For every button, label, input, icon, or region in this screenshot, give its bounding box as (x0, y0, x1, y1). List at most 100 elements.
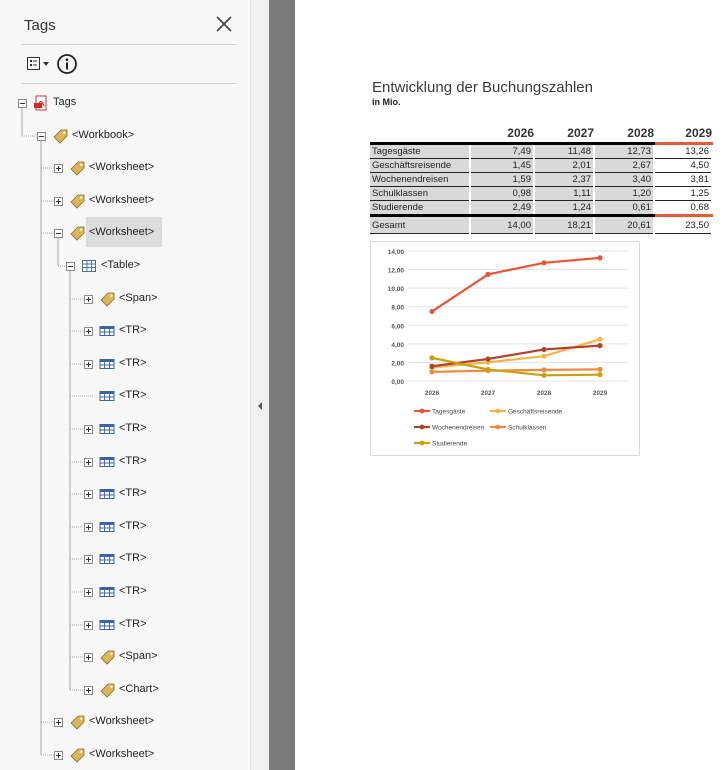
expand-toggle[interactable] (84, 490, 93, 499)
tree-node-label[interactable]: <Chart> (116, 680, 162, 698)
expand-toggle[interactable] (84, 425, 93, 434)
table-cell: 20,61 (594, 214, 655, 234)
tree-node[interactable]: <TR> (0, 581, 250, 603)
data-point (597, 343, 603, 349)
tree-node[interactable]: <TR> (0, 418, 250, 440)
table-cell: 1,11 (534, 186, 595, 201)
tree-node-label[interactable]: <Worksheet> (86, 745, 157, 763)
expand-toggle[interactable] (54, 164, 63, 173)
table-cell: 2,49 (470, 200, 535, 216)
expand-toggle[interactable] (54, 751, 63, 760)
tree-node[interactable]: <TR> (0, 483, 250, 505)
data-point (597, 255, 603, 261)
tree-node-label[interactable]: <Worksheet> (86, 158, 157, 176)
tree-node[interactable]: <Span> (0, 646, 250, 668)
expand-toggle[interactable] (84, 686, 93, 695)
tree-node[interactable]: <Worksheet> (0, 190, 250, 212)
legend-label: Schulklassen (508, 425, 547, 432)
tree-node-label[interactable]: <TR> (116, 321, 150, 339)
expand-toggle[interactable] (84, 360, 93, 369)
panel-splitter[interactable] (250, 0, 269, 770)
tree-node[interactable]: <Chart> (0, 679, 250, 701)
tree-node-label[interactable]: <TR> (116, 615, 150, 633)
tree-node[interactable]: <TR> (0, 353, 250, 375)
expand-toggle[interactable] (84, 621, 93, 630)
table-cell: 1,45 (470, 158, 535, 173)
row-icon (99, 457, 115, 467)
tree-node-label[interactable]: <Worksheet> (86, 712, 157, 730)
y-tick-label: 0,00 (391, 379, 404, 386)
legend-marker (495, 424, 501, 430)
table-header-cell (370, 124, 470, 145)
expand-toggle[interactable] (84, 523, 93, 532)
tree-node[interactable]: <Worksheet> (0, 744, 250, 766)
expand-toggle[interactable] (54, 718, 63, 727)
tree-node-label[interactable]: Tags (50, 93, 79, 111)
tree-node-label[interactable]: <TR> (116, 452, 150, 470)
tree-node-label[interactable]: <TR> (116, 419, 150, 437)
table-cell: 12,73 (594, 143, 655, 159)
collapse-toggle[interactable] (66, 262, 75, 271)
expand-toggle[interactable] (84, 327, 93, 336)
tree-node[interactable]: <Worksheet> (0, 711, 250, 733)
y-tick-label: 12,00 (388, 268, 405, 275)
tree-node[interactable]: <Span> (0, 288, 250, 310)
tree-node[interactable]: <Worksheet> (0, 157, 250, 179)
tree-node[interactable]: <Worksheet> (0, 217, 250, 247)
expand-toggle[interactable] (84, 555, 93, 564)
tree-node-label[interactable]: <TR> (116, 517, 150, 535)
series-line (431, 356, 601, 377)
tree-node-label[interactable]: <Table> (98, 256, 143, 274)
tag-icon (70, 161, 85, 176)
tag-icon (70, 715, 85, 730)
table-cell: Gesamt (370, 214, 471, 234)
collapse-toggle[interactable] (37, 132, 46, 141)
tree-node-label[interactable]: <Span> (116, 647, 161, 665)
document-subtitle: in Mio. (372, 97, 401, 107)
tree-node[interactable]: Tags (0, 92, 250, 114)
x-tick-label: 2028 (537, 390, 552, 397)
table-row: Schulklassen 0,98 1,11 1,20 1,25 (370, 186, 713, 201)
tree-node-label[interactable]: <Workbook> (69, 126, 137, 144)
expand-toggle[interactable] (84, 295, 93, 304)
tree-node-label[interactable]: <TR> (116, 354, 150, 372)
tree-node-label[interactable]: <TR> (116, 386, 150, 404)
table-cell: Tagesgäste (370, 143, 471, 159)
tags-panel: Tags Tags <Workbook> <Worksheet> <Worksheet… (0, 0, 250, 770)
table-cell: Geschäftsreisende (370, 158, 471, 173)
tree-node-label[interactable]: <Worksheet> (86, 217, 163, 247)
tree-node[interactable]: <TR> (0, 320, 250, 342)
x-tick-label: 2027 (481, 390, 496, 397)
expand-toggle[interactable] (84, 653, 93, 662)
table-cell: 14,00 (470, 214, 535, 234)
table-cell: 1,24 (534, 200, 595, 216)
legend-label: Wochenendreisen (432, 425, 485, 432)
row-icon (99, 391, 115, 401)
tree-node-label[interactable]: <Worksheet> (86, 191, 157, 209)
data-point (485, 271, 491, 277)
legend-marker (419, 408, 425, 414)
row-icon (99, 326, 115, 336)
tree-node[interactable]: <TR> (0, 385, 250, 407)
tree-node[interactable]: <TR> (0, 614, 250, 636)
table-icon (82, 260, 96, 272)
tree-node[interactable]: <TR> (0, 451, 250, 473)
tree-node-label[interactable]: <TR> (116, 484, 150, 502)
tree-node-label[interactable]: <Span> (116, 289, 161, 307)
expand-toggle[interactable] (84, 588, 93, 597)
table-cell: 11,48 (534, 143, 595, 159)
data-point (541, 353, 547, 359)
tree-node[interactable]: <Workbook> (0, 125, 250, 147)
expand-toggle[interactable] (54, 197, 63, 206)
collapse-toggle[interactable] (54, 229, 63, 238)
tree-node-label[interactable]: <TR> (116, 549, 150, 567)
expand-toggle[interactable] (84, 458, 93, 467)
legend-marker (419, 424, 425, 430)
collapse-toggle[interactable] (18, 99, 27, 108)
tree-node[interactable]: <TR> (0, 548, 250, 570)
tag-icon (100, 650, 115, 665)
collapse-panel-arrow-icon[interactable] (256, 401, 264, 411)
tree-node-label[interactable]: <TR> (116, 582, 150, 600)
tree-node[interactable]: <Table> (0, 255, 250, 277)
tree-node[interactable]: <TR> (0, 516, 250, 538)
